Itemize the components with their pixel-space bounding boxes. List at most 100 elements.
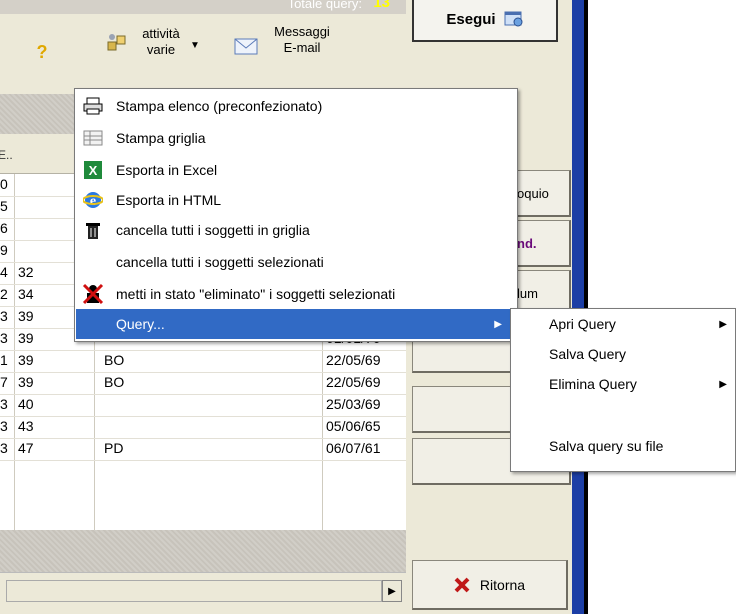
sidebar-button-label: nd. [517, 235, 537, 251]
cell-date: 05/06/65 [326, 418, 381, 434]
cell-age: 32 [18, 264, 34, 280]
cell-index: 5 [0, 198, 8, 214]
email-line1: Messaggi [274, 24, 330, 39]
context-menu: Stampa elenco (preconfezionato) Stampa gr… [74, 88, 518, 342]
cell-age: 39 [18, 352, 34, 368]
cell-age: 39 [18, 330, 34, 346]
table-row[interactable]: 3 47 PD 06/07/61 [0, 438, 406, 461]
tools-icon [107, 34, 126, 51]
menu-item-cancella-griglia[interactable]: cancella tutti i soggetti in griglia [76, 215, 516, 245]
horizontal-scrollbar[interactable] [6, 580, 382, 602]
ritorna-label: Ritorna [479, 576, 526, 593]
submenu-item-label: Salva query su file [549, 438, 664, 454]
scroll-right-arrow[interactable]: ▶ [382, 580, 402, 602]
help-button[interactable]: ? [30, 38, 54, 66]
cell-date: 22/05/69 [326, 374, 381, 390]
cell-province: BO [104, 374, 125, 390]
menu-item-label: Stampa griglia [116, 130, 206, 146]
excel-icon: X [82, 159, 104, 181]
query-total-label: Totale query: [287, 0, 362, 11]
chevron-down-icon: ▼ [190, 40, 200, 51]
cell-index: 7 [0, 374, 8, 390]
menu-item-esporta-excel[interactable]: X Esporta in Excel [76, 155, 516, 185]
table-row[interactable]: 1 39 BO 22/05/69 [0, 350, 406, 373]
menu-item-stampa-elenco[interactable]: Stampa elenco (preconfezionato) [76, 91, 516, 121]
cell-index: 6 [0, 220, 8, 236]
table-row[interactable]: 3 43 05/06/65 [0, 416, 406, 439]
close-icon [454, 577, 470, 592]
menu-item-elimina-selezionati[interactable]: metti in stato "eliminato" i soggetti se… [76, 279, 516, 309]
cell-index: 2 [0, 286, 8, 302]
menu-item-label: Stampa elenco (preconfezionato) [116, 98, 323, 114]
submenu-item-label: Elimina Query [549, 376, 637, 392]
envelope-icon [234, 38, 258, 55]
status-strip: Totale query: 13 [0, 0, 406, 14]
submenu-item-apri-query[interactable]: Apri Query ▶ [511, 311, 735, 341]
menu-item-label: Query... [116, 316, 165, 332]
cell-date: 25/03/69 [326, 396, 381, 412]
sidebar-button-label: lum [517, 285, 538, 301]
email-label: Messaggi E-mail [262, 24, 342, 56]
esegui-label: Esegui [446, 10, 496, 28]
attivita-line2: varie [146, 42, 176, 57]
cell-age: 34 [18, 286, 34, 302]
menu-item-esporta-html[interactable]: e Esporta in HTML [76, 185, 516, 215]
column-header-e[interactable]: E.. [0, 148, 13, 162]
trash-icon [82, 219, 104, 241]
query-total-value: 13 [373, 0, 390, 11]
cell-index: 3 [0, 396, 8, 412]
internet-explorer-icon: e [82, 189, 104, 211]
cell-index: 3 [0, 330, 8, 346]
cell-index: 3 [0, 418, 8, 434]
cell-date: 22/05/69 [326, 352, 381, 368]
cell-age: 47 [18, 440, 34, 456]
email-messages-button[interactable]: Messaggi E-mail [232, 24, 342, 66]
cell-index: 3 [0, 440, 8, 456]
menu-item-label: cancella tutti i soggetti in griglia [116, 222, 310, 238]
submenu-arrow-icon: ▶ [719, 319, 727, 330]
menu-item-query[interactable]: Query... ▶ [76, 309, 516, 339]
cell-date: 06/07/61 [326, 440, 381, 456]
menu-item-label: cancella tutti i soggetti selezionati [116, 254, 324, 270]
cell-age: 39 [18, 374, 34, 390]
ritorna-button[interactable]: Ritorna [412, 560, 568, 610]
cell-index: 3 [0, 308, 8, 324]
submenu-item-label: Apri Query [549, 316, 616, 332]
menu-item-cancella-selezionati[interactable]: cancella tutti i soggetti selezionati [76, 247, 516, 277]
printer-icon [82, 95, 104, 117]
window-border [572, 0, 584, 614]
esegui-button[interactable]: Esegui [412, 0, 558, 42]
menu-item-stampa-griglia[interactable]: Stampa griglia [76, 123, 516, 153]
cell-age: 40 [18, 396, 34, 412]
delete-person-icon [82, 283, 104, 305]
submenu-arrow-icon: ▶ [719, 379, 727, 390]
menu-item-label: Esporta in HTML [116, 192, 222, 208]
cell-age: 43 [18, 418, 34, 434]
submenu-item-salva-query[interactable]: Salva Query [511, 341, 735, 371]
table-row[interactable]: 7 39 BO 22/05/69 [0, 372, 406, 395]
email-line2: E-mail [283, 40, 321, 55]
submenu-arrow-icon: ▶ [494, 318, 502, 330]
cell-index: 1 [0, 352, 8, 368]
submenu-item-salva-query-file[interactable]: Salva query su file [511, 433, 735, 463]
svg-text:X: X [89, 163, 98, 178]
sidebar-button-label: oquio [517, 185, 549, 201]
cell-age: 39 [18, 308, 34, 324]
attivita-line1: attività [142, 26, 180, 41]
grid-icon [82, 127, 104, 149]
attivita-varie-button[interactable]: attività varie ▼ [98, 24, 210, 66]
cell-province: PD [104, 440, 124, 456]
window-edge [584, 0, 588, 614]
menu-item-label: Esporta in Excel [116, 162, 218, 178]
query-submenu: Apri Query ▶ Salva Query Elimina Query ▶ Salv… [510, 308, 736, 472]
cell-index: 9 [0, 242, 8, 258]
cell-index: 4 [0, 264, 8, 280]
cell-province: BO [104, 352, 125, 368]
run-query-icon [504, 11, 523, 27]
menu-item-label: metti in stato "eliminato" i soggetti se… [116, 286, 396, 302]
attivita-label: attività varie [136, 26, 186, 58]
question-mark-icon: ? [36, 41, 48, 62]
submenu-item-elimina-query[interactable]: Elimina Query ▶ [511, 371, 735, 401]
grid-empty-area [0, 530, 406, 572]
table-row[interactable]: 3 40 25/03/69 [0, 394, 406, 417]
